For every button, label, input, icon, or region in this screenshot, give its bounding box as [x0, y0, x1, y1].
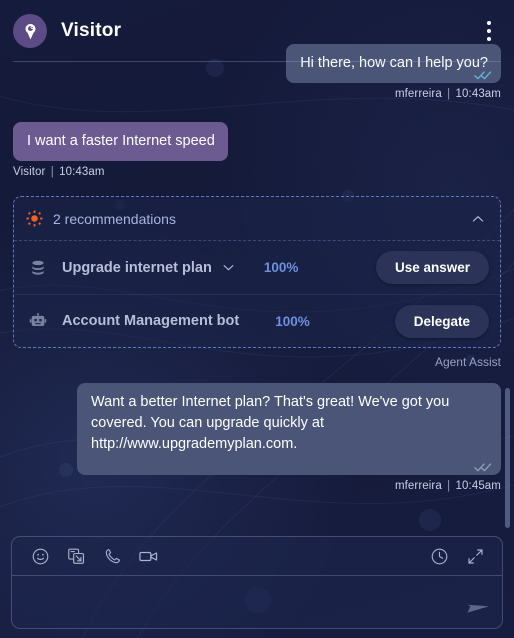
double-check-icon — [474, 463, 492, 472]
message-bubble-agent: Want a better Internet plan? That's grea… — [77, 383, 501, 475]
kebab-menu-icon[interactable] — [476, 16, 502, 46]
recommendation-row: Upgrade internet plan 100% Use answer — [14, 241, 500, 294]
page-title: Visitor — [61, 20, 122, 41]
canned-response-icon[interactable] — [61, 542, 91, 570]
message-list: Hi there, how can I help you? mferreira … — [0, 44, 514, 510]
message-meta: mferreira | 10:43am — [13, 88, 501, 100]
delegate-button[interactable]: Delegate — [394, 304, 489, 338]
agent-assist-label: Agent Assist — [434, 355, 501, 369]
message-group: I want a faster Internet speed Visitor |… — [13, 122, 501, 178]
recommendation-score: 100% — [275, 313, 310, 329]
send-icon — [467, 604, 489, 613]
message-group: Want a better Internet plan? That's grea… — [13, 383, 501, 492]
chat-header: Visitor — [0, 0, 514, 62]
sun-burst-icon — [26, 210, 43, 227]
message-meta: mferreira | 10:45am — [13, 480, 501, 492]
message-bubble-visitor: I want a faster Internet speed — [13, 122, 228, 161]
avatar — [13, 14, 47, 48]
message-input[interactable] — [12, 576, 502, 628]
meta-separator: | — [447, 88, 451, 100]
recommendation-score: 100% — [263, 260, 299, 275]
message-author: mferreira — [394, 480, 442, 492]
expand-icon[interactable] — [460, 542, 490, 570]
message-meta: Visitor | 10:43am — [13, 166, 501, 178]
recommendations-header[interactable]: 2 recommendations — [14, 197, 500, 241]
use-answer-button[interactable]: Use answer — [375, 251, 489, 284]
double-check-icon — [474, 71, 492, 80]
recommendation-name: Account Management bot — [62, 313, 240, 329]
message-author: mferreira — [394, 88, 442, 100]
chat-window: Visitor Hi there, how can I help you? mf… — [0, 0, 514, 638]
clock-icon[interactable] — [424, 542, 454, 570]
message-author: Visitor — [13, 166, 46, 178]
database-icon — [27, 259, 49, 277]
header-divider — [13, 61, 501, 62]
message-time: 10:43am — [59, 166, 105, 178]
phone-icon[interactable] — [97, 542, 127, 570]
message-time: 10:45am — [455, 480, 501, 492]
composer-toolbar — [12, 537, 502, 576]
video-camera-icon[interactable] — [133, 542, 163, 570]
message-row: I want a faster Internet speed — [13, 122, 501, 161]
agent-assist-panel: 2 recommendations Upgrade internet plan … — [13, 196, 501, 348]
send-button[interactable] — [464, 594, 492, 618]
recommendation-name: Upgrade internet plan — [62, 259, 212, 276]
message-text: I want a faster Internet speed — [27, 133, 215, 149]
composer-body — [12, 576, 502, 628]
robot-icon — [27, 312, 49, 330]
chevron-down-icon[interactable] — [221, 260, 236, 275]
message-composer — [11, 536, 503, 629]
message-text: Want a better Internet plan? That's grea… — [91, 394, 450, 452]
chat-scrollbar[interactable] — [505, 388, 510, 528]
chevron-up-icon[interactable] — [470, 211, 486, 227]
emoji-icon[interactable] — [25, 542, 55, 570]
recommendation-row: Account Management bot 100% Delegate — [14, 294, 500, 347]
meta-separator: | — [50, 166, 54, 178]
location-pin-icon — [25, 23, 35, 39]
message-time: 10:43am — [455, 88, 501, 100]
message-row: Want a better Internet plan? That's grea… — [13, 383, 501, 475]
meta-separator: | — [447, 480, 451, 492]
recommendations-count-label: 2 recommendations — [53, 210, 176, 227]
